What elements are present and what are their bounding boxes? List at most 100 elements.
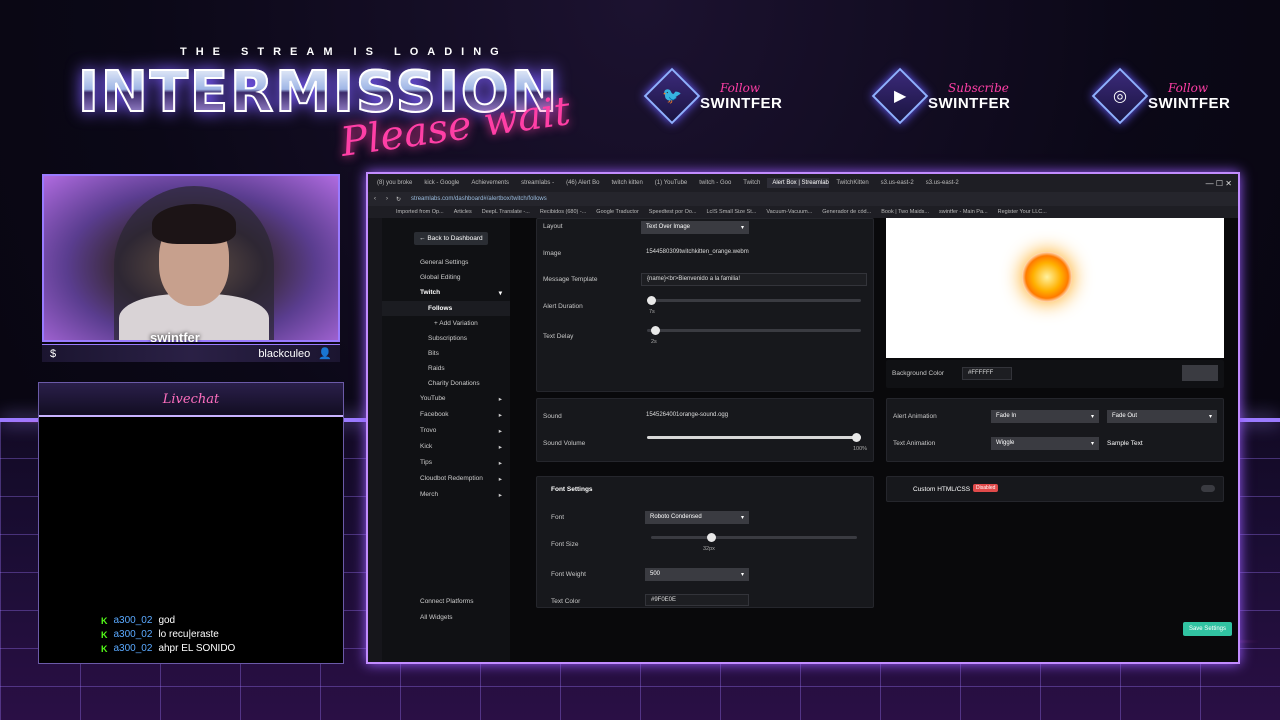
- chevron-down-icon: ▾: [1090, 441, 1094, 447]
- nav-label: General Settings: [420, 259, 469, 266]
- select-value: Fade In: [996, 413, 1017, 419]
- alert-duration-slider[interactable]: [647, 296, 861, 305]
- sample-text: Sample Text: [1107, 440, 1143, 447]
- chevron-down-icon: ▾: [498, 290, 502, 297]
- image-field[interactable]: 1544580309twitchkitten_orange.webm: [641, 247, 867, 260]
- nav-label: YouTube: [420, 395, 446, 402]
- layout-select[interactable]: Text Over Image ▾: [641, 221, 749, 234]
- field-value: #9F0E0E: [651, 597, 677, 603]
- bookmark-item[interactable]: swintfer - Main Pa...: [939, 209, 988, 215]
- reload-icon[interactable]: ↻: [392, 196, 405, 203]
- all-widgets-link[interactable]: All Widgets: [382, 610, 510, 625]
- browser-tab[interactable]: kick - Google: [419, 178, 464, 188]
- dashboard-nav: ← Back to Dashboard General Settings Glo…: [382, 218, 510, 662]
- font-select[interactable]: Roboto Condensed ▾: [645, 511, 749, 524]
- bookmark-item[interactable]: Book | Two Maids...: [881, 209, 929, 215]
- back-to-dashboard-button[interactable]: ← Back to Dashboard: [414, 232, 488, 245]
- browser-tab[interactable]: (46) Alert Bo: [561, 178, 604, 188]
- connect-platforms-link[interactable]: Connect Platforms: [382, 594, 510, 609]
- bookmark-item[interactable]: Vacuum-Vacuum...: [766, 209, 812, 215]
- nav-item-kick[interactable]: Kick ▸: [382, 439, 510, 455]
- browser-tab[interactable]: Twitch: [738, 178, 765, 188]
- color-swatch-button[interactable]: [1182, 365, 1218, 381]
- slider-knob[interactable]: [651, 326, 660, 335]
- field-value: {name}<br>Bienvenido a la familia!: [647, 276, 741, 282]
- background-color-input[interactable]: #FFFFFF: [962, 367, 1012, 380]
- save-settings-button[interactable]: Save Settings: [1182, 622, 1232, 636]
- nav-item-merch[interactable]: Merch ▸: [382, 487, 510, 503]
- browser-tab[interactable]: s3.us-east-2: [921, 178, 964, 188]
- text-color-input[interactable]: #9F0E0E: [645, 594, 749, 606]
- back-arrow-icon[interactable]: ‹: [368, 196, 382, 202]
- nav-label: Trovo: [420, 427, 437, 434]
- nav-item-trovo[interactable]: Trovo ▸: [382, 423, 510, 439]
- browser-tab[interactable]: streamlabs -: [516, 178, 559, 188]
- window-controls[interactable]: — ☐ ✕: [1206, 179, 1238, 188]
- message-template-input[interactable]: {name}<br>Bienvenido a la familia!: [641, 273, 867, 286]
- bookmark-item[interactable]: Recibidos (680) -...: [540, 209, 586, 215]
- bookmark-item[interactable]: Speedtest por Oo...: [649, 209, 697, 215]
- nav-item-subscriptions[interactable]: Subscriptions: [382, 331, 510, 346]
- social-youtube: ▶ Subscribe SWINTFER: [871, 67, 1010, 125]
- user-icon: 👤: [318, 348, 332, 360]
- url-text[interactable]: streamlabs.com/dashboard#/alertbox/twitc…: [405, 196, 547, 202]
- sound-field[interactable]: 1545264001orange-sound.ogg: [641, 410, 867, 423]
- add-variation-button[interactable]: + Add Variation: [382, 316, 510, 331]
- browser-tab[interactable]: TwitchKitten: [831, 178, 873, 188]
- sound-volume-slider[interactable]: [647, 433, 861, 442]
- nav-item-general-settings[interactable]: General Settings: [382, 255, 510, 270]
- chat-text: ahpr EL SONIDO: [158, 643, 236, 654]
- kitten-alert-icon: [1022, 252, 1072, 302]
- nav-item-twitch[interactable]: Twitch ▾: [382, 285, 510, 301]
- alert-in-select[interactable]: Fade In ▾: [991, 410, 1099, 423]
- select-value: Fade Out: [1112, 413, 1138, 419]
- bookmark-item[interactable]: Generador de cód...: [822, 209, 871, 215]
- bookmark-item[interactable]: Imported from Op...: [396, 209, 444, 215]
- field-value: 1544580309twitchkitten_orange.webm: [646, 249, 749, 255]
- custom-html-label: Custom HTML/CSS: [913, 486, 971, 493]
- slider-knob[interactable]: [647, 296, 656, 305]
- alert-out-select[interactable]: Fade Out ▾: [1107, 410, 1217, 423]
- browser-tab[interactable]: (8) you broke: [372, 178, 417, 188]
- address-bar[interactable]: ‹ › ↻ streamlabs.com/dashboard#/alertbox…: [368, 192, 1238, 206]
- nav-item-youtube[interactable]: YouTube ▸: [382, 391, 510, 407]
- chevron-right-icon: ▸: [498, 476, 502, 483]
- browser-tab[interactable]: s3.us-east-2: [876, 178, 919, 188]
- nav-item-raids[interactable]: Raids: [382, 361, 510, 376]
- text-delay-slider[interactable]: [647, 326, 861, 335]
- font-weight-select[interactable]: 500 ▾: [645, 568, 749, 581]
- bookmark-item[interactable]: DeepL Translate -...: [482, 209, 530, 215]
- bookmark-item[interactable]: Articles: [454, 209, 472, 215]
- browser-tab-active[interactable]: Alert Box | Streamlabs: [767, 178, 830, 188]
- font-size-slider[interactable]: [651, 533, 857, 542]
- sound-volume-value: 100%: [853, 446, 868, 452]
- nav-label: Global Editing: [420, 274, 461, 281]
- browser-tab[interactable]: Achievements: [466, 178, 514, 188]
- nav-item-tips[interactable]: Tips ▸: [382, 455, 510, 471]
- nav-item-facebook[interactable]: Facebook ▸: [382, 407, 510, 423]
- alert-duration-label: Alert Duration: [543, 303, 583, 310]
- bookmark-item[interactable]: LcIS Small Size St...: [707, 209, 757, 215]
- nav-item-bits[interactable]: Bits: [382, 346, 510, 361]
- forward-arrow-icon[interactable]: ›: [382, 196, 392, 202]
- nav-item-charity-donations[interactable]: Charity Donations: [382, 376, 510, 391]
- nav-item-cloudbot[interactable]: Cloudbot Redemption ▸: [382, 471, 510, 487]
- bookmark-item[interactable]: Google Traductor: [596, 209, 639, 215]
- bookmark-item[interactable]: Register Your LLC...: [998, 209, 1047, 215]
- nav-label: Charity Donations: [428, 380, 480, 387]
- nav-item-follows[interactable]: Follows: [382, 301, 510, 316]
- nav-label: Subscriptions: [428, 335, 468, 342]
- nav-item-global-editing[interactable]: Global Editing: [382, 270, 510, 285]
- browser-tab[interactable]: twitch kitten: [606, 178, 647, 188]
- slider-knob[interactable]: [707, 533, 716, 542]
- select-value: Wiggle: [996, 440, 1015, 446]
- browser-tab[interactable]: twitch - Goo: [694, 178, 736, 188]
- background-color-row: Background Color #FFFFFF: [886, 360, 1224, 388]
- text-animation-select[interactable]: Wiggle ▾: [991, 437, 1099, 450]
- browser-tab[interactable]: (1) YouTube: [650, 178, 692, 188]
- alert-preview: [886, 218, 1224, 358]
- webcam-feed: [42, 174, 340, 342]
- chat-user: a300_02: [113, 629, 153, 640]
- slider-knob[interactable]: [852, 433, 861, 442]
- custom-html-toggle[interactable]: [1201, 485, 1215, 492]
